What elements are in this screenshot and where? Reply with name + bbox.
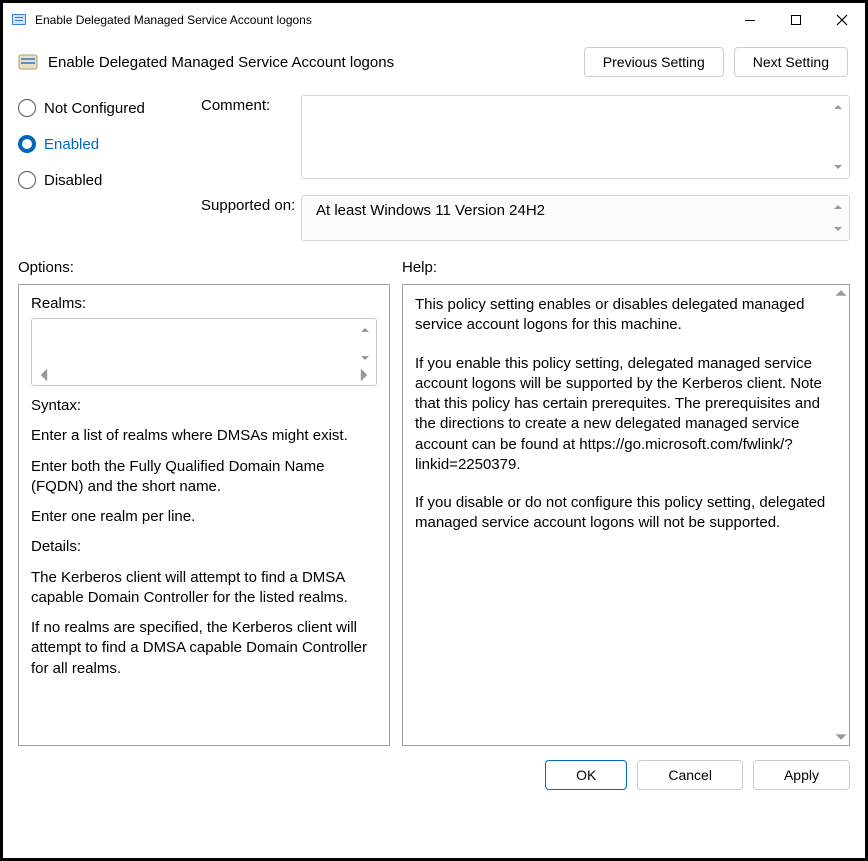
maximize-button[interactable] [773,3,819,37]
state-radio-group: Not Configured Enabled Disabled [18,95,183,241]
header-row: Enable Delegated Managed Service Account… [3,37,865,77]
scroll-up-icon[interactable] [834,286,848,300]
radio-checked-icon [18,135,36,153]
help-heading: Help: [402,259,437,276]
help-pane: This policy setting enables or disables … [402,284,850,746]
comment-textarea[interactable] [301,95,850,179]
help-paragraph: If you disable or do not configure this … [415,493,837,534]
close-button[interactable] [819,3,865,37]
options-text-line: If no realms are specified, the Kerberos… [31,618,377,679]
policy-title: Enable Delegated Managed Service Account… [48,54,394,71]
supported-on-label: Supported on: [201,195,301,214]
policy-dialog-window: Enable Delegated Managed Service Account… [3,3,865,858]
scroll-left-icon[interactable] [36,367,52,383]
policy-icon [18,52,38,72]
dialog-button-bar: OK Cancel Apply [3,746,865,804]
next-setting-button[interactable]: Next Setting [734,47,848,77]
supported-on-value: At least Windows 11 Version 24H2 [316,202,545,219]
radio-enabled[interactable]: Enabled [18,135,183,153]
radio-not-configured[interactable]: Not Configured [18,99,183,117]
options-text-line: Enter one realm per line. [31,507,377,527]
radio-disabled[interactable]: Disabled [18,171,183,189]
cancel-button[interactable]: Cancel [637,760,743,790]
scroll-up-icon[interactable] [358,323,372,337]
supported-on-field: At least Windows 11 Version 24H2 [301,195,850,241]
help-paragraph: This policy setting enables or disables … [415,295,837,336]
ok-button[interactable]: OK [545,760,627,790]
realms-listbox[interactable] [31,318,377,386]
apply-button[interactable]: Apply [753,760,850,790]
scroll-right-icon[interactable] [356,367,372,383]
realms-label: Realms: [31,295,377,312]
options-text-line: Enter both the Fully Qualified Domain Na… [31,457,377,498]
scroll-down-icon[interactable] [834,730,848,744]
scroll-down-icon[interactable] [831,160,845,174]
radio-unchecked-icon [18,171,36,189]
help-paragraph: If you enable this policy setting, deleg… [415,354,837,476]
scroll-down-icon[interactable] [358,351,372,365]
scroll-down-icon[interactable] [831,222,845,236]
window-title: Enable Delegated Managed Service Account… [35,13,312,27]
options-text-line: Enter a list of realms where DMSAs might… [31,426,377,446]
titlebar: Enable Delegated Managed Service Account… [3,3,865,37]
radio-label: Enabled [44,136,99,153]
options-text-line: The Kerberos client will attempt to find… [31,568,377,609]
radio-label: Disabled [44,172,102,189]
comment-label: Comment: [201,95,301,114]
options-heading: Options: [18,259,402,276]
previous-setting-button[interactable]: Previous Setting [584,47,724,77]
scroll-up-icon[interactable] [831,200,845,214]
options-pane: Realms: Syntax: Enter a list of realms w… [18,284,390,746]
gpedit-app-icon [11,12,27,28]
options-text: Syntax: Enter a list of realms where DMS… [31,396,377,679]
scroll-up-icon[interactable] [831,100,845,114]
radio-unchecked-icon [18,99,36,117]
options-syntax-heading: Syntax: [31,396,377,416]
options-details-heading: Details: [31,537,377,557]
minimize-button[interactable] [727,3,773,37]
radio-label: Not Configured [44,100,145,117]
